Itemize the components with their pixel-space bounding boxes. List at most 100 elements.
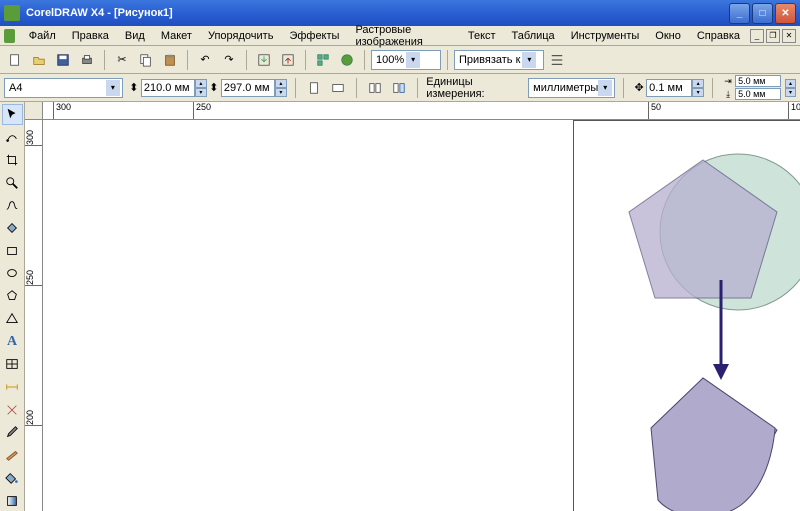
cut-button[interactable]: ✂ [111,49,133,71]
dup-y-field[interactable]: ⤓ 5.0 мм [721,88,781,100]
menu-effects[interactable]: Эффекты [281,28,347,44]
chevron-down-icon: ▾ [106,80,120,96]
interactive-tool[interactable] [2,399,23,420]
ruler-tick: 50 [648,102,661,120]
spin-buttons[interactable]: ▴▾ [275,79,287,97]
horizontal-ruler[interactable]: 300 250 50 100 [43,102,800,120]
freehand-tool[interactable] [2,195,23,216]
zoom-value: 100% [376,54,404,66]
welcome-button[interactable] [336,49,358,71]
page-height-field[interactable]: ⬍ 297.0 мм ▴▾ [207,79,287,97]
ruler-tick: 250 [193,102,211,120]
menu-window[interactable]: Окно [647,28,689,44]
units-value: миллиметры [533,82,598,94]
width-icon: ⬍ [127,81,141,94]
crop-tool[interactable] [2,149,23,170]
table-tool[interactable] [2,354,23,375]
menu-file[interactable]: Файл [21,28,64,44]
options-button[interactable] [546,49,568,71]
ruler-tick: 250 [25,270,43,286]
toolbox: A [0,102,25,511]
eyedropper-tool[interactable] [2,422,23,443]
menu-layout[interactable]: Макет [153,28,200,44]
vertical-ruler[interactable]: 300 250 200 [25,120,43,511]
menubar: Файл Правка Вид Макет Упорядочить Эффект… [0,26,800,46]
pick-tool[interactable] [2,104,23,125]
portrait-button[interactable] [304,77,324,99]
property-bar: A4 ▾ ⬍ 210.0 мм ▴▾ ⬍ 297.0 мм ▴▾ Единицы… [0,74,800,102]
canvas[interactable] [43,120,800,511]
paper-size-combo[interactable]: A4 ▾ [4,78,123,98]
rectangle-tool[interactable] [2,240,23,261]
all-pages-button[interactable] [365,77,385,99]
page-width-field[interactable]: ⬍ 210.0 мм ▴▾ [127,79,207,97]
dup-x-field[interactable]: ⇥ 5.0 мм [721,75,781,87]
polygon-tool[interactable] [2,286,23,307]
new-button[interactable] [4,49,26,71]
menu-tools[interactable]: Инструменты [563,28,648,44]
shape-tool[interactable] [2,127,23,148]
zoom-tool[interactable] [2,172,23,193]
menu-help[interactable]: Справка [689,28,748,44]
import-button[interactable] [253,49,275,71]
chevron-down-icon: ▾ [406,52,420,68]
nudge-value: 0.1 мм [649,82,682,94]
drawing-area: 300 250 50 100 300 250 200 [25,102,800,511]
app-title: CorelDRAW X4 - [Рисунок1] [26,7,727,19]
close-button[interactable]: ✕ [775,3,796,24]
outline-tool[interactable] [2,445,23,466]
save-button[interactable] [52,49,74,71]
zoom-combo[interactable]: 100% ▾ [371,50,441,70]
menu-table[interactable]: Таблица [504,28,563,44]
page-height-value: 297.0 мм [224,82,270,94]
fill-tool[interactable] [2,468,23,489]
menu-edit[interactable]: Правка [64,28,117,44]
minimize-button[interactable]: _ [729,3,750,24]
duplicate-distance: ⇥ 5.0 мм ⤓ 5.0 мм [721,75,781,100]
print-button[interactable] [76,49,98,71]
standard-toolbar: ✂ ↶ ↷ 100% ▾ Привязать к ▾ [0,46,800,74]
snap-label: Привязать к [459,54,520,66]
spin-buttons[interactable]: ▴▾ [692,79,704,97]
landscape-button[interactable] [328,77,348,99]
maximize-button[interactable]: □ [752,3,773,24]
doc-window-controls: _ ❐ ✕ [748,29,796,43]
doc-minimize[interactable]: _ [750,29,764,43]
doc-icon [4,29,15,43]
menu-text[interactable]: Текст [460,28,504,44]
dimension-tool[interactable] [2,377,23,398]
open-button[interactable] [28,49,50,71]
basic-shapes-tool[interactable] [2,308,23,329]
redo-button[interactable]: ↷ [218,49,240,71]
ruler-origin[interactable] [25,102,43,120]
arrow-head-icon [713,364,729,380]
workspace: A 300 250 50 100 300 250 200 [0,102,800,511]
menu-bitmaps[interactable]: Растровые изображения [347,22,459,50]
spin-buttons[interactable]: ▴▾ [785,79,796,97]
snap-combo[interactable]: Привязать к ▾ [454,50,544,70]
ellipse-tool[interactable] [2,263,23,284]
ruler-tick: 300 [25,130,43,146]
app-icon [4,5,20,21]
units-combo[interactable]: миллиметры ▾ [528,78,615,98]
spin-buttons[interactable]: ▴▾ [195,79,207,97]
intersect-result-shape-actual[interactable] [651,378,775,511]
ruler-tick: 300 [53,102,71,120]
nudge-field[interactable]: ✥ 0.1 мм ▴▾ [632,79,704,97]
export-button[interactable] [277,49,299,71]
doc-close[interactable]: ✕ [782,29,796,43]
interactive-fill-tool[interactable] [2,490,23,511]
paste-button[interactable] [159,49,181,71]
current-page-button[interactable] [389,77,409,99]
dup-x-icon: ⇥ [721,76,735,87]
menu-view[interactable]: Вид [117,28,153,44]
ruler-tick: 200 [25,410,43,426]
page-width-value: 210.0 мм [144,82,190,94]
menu-arrange[interactable]: Упорядочить [200,28,281,44]
smart-fill-tool[interactable] [2,218,23,239]
app-launcher-button[interactable] [312,49,334,71]
undo-button[interactable]: ↶ [194,49,216,71]
doc-restore[interactable]: ❐ [766,29,780,43]
text-tool[interactable]: A [2,331,23,352]
copy-button[interactable] [135,49,157,71]
